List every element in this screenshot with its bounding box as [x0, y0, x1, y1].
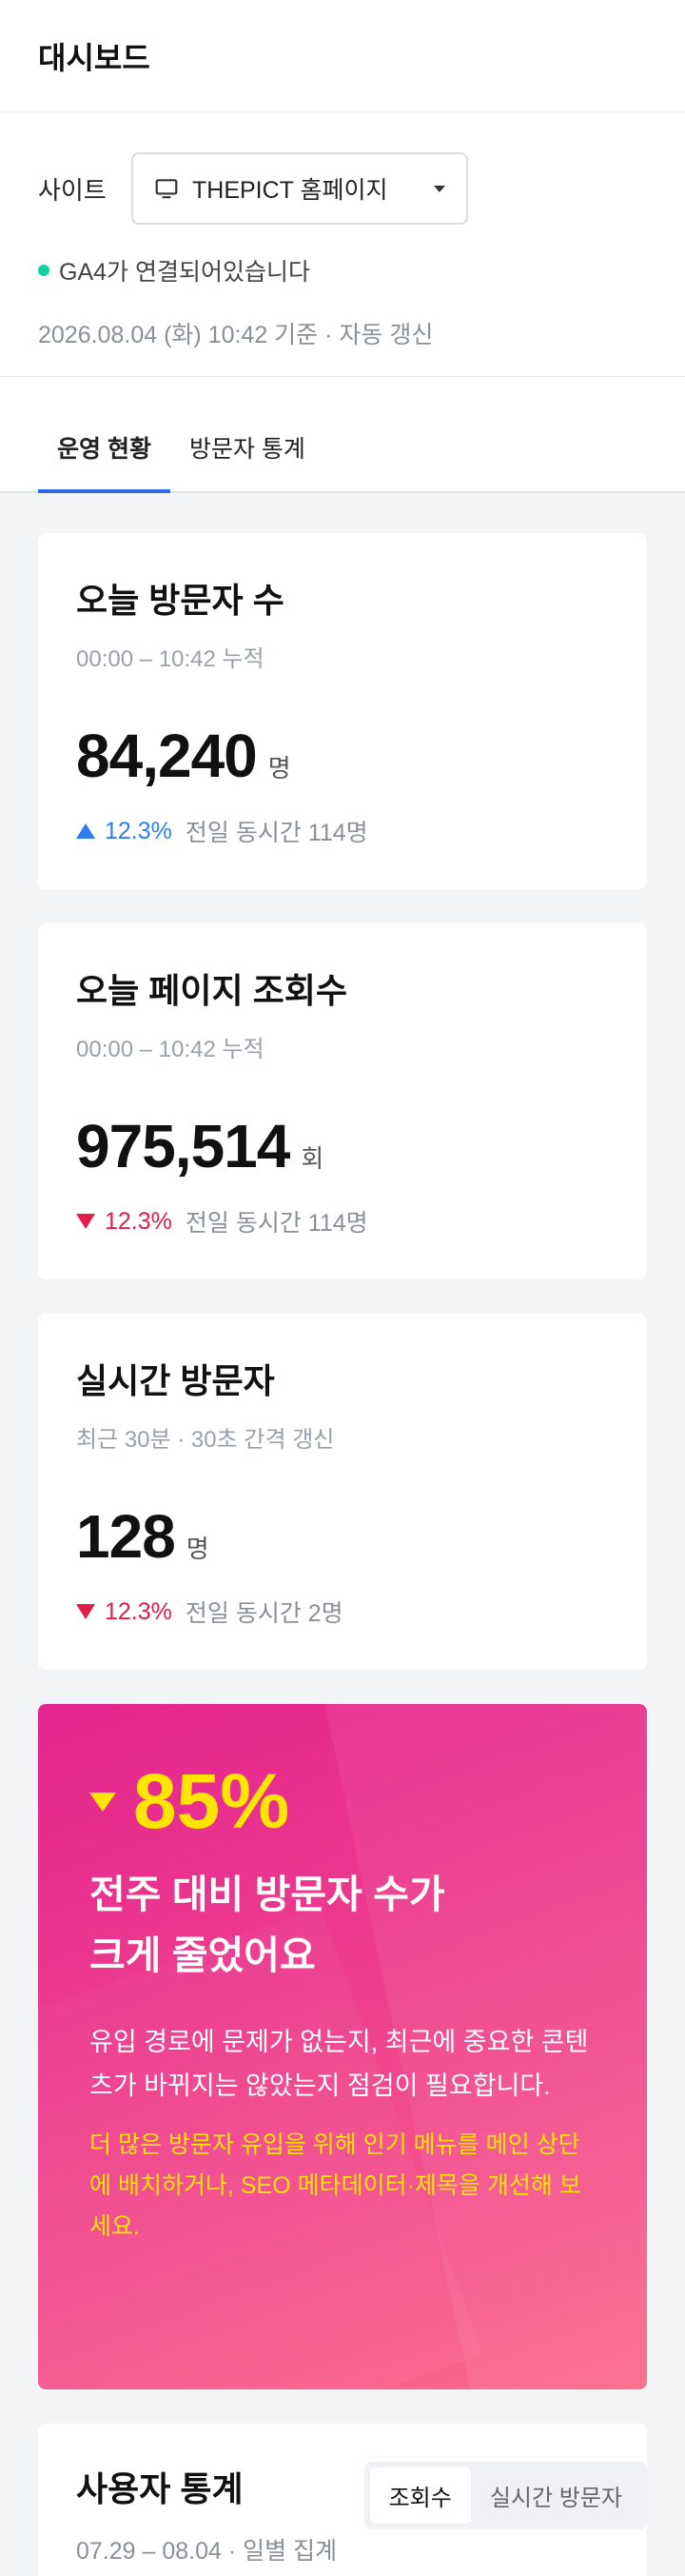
site-select-value: THEPICT 홈페이지 — [192, 177, 388, 204]
triangle-down-icon — [89, 1793, 116, 1812]
delta-compare: 전일 동시간 114명 — [185, 820, 368, 846]
stats-segmented-control: 조회수 실시간 방문자 — [363, 2462, 647, 2529]
site-row: 사이트 THEPICT 홈페이지 — [38, 152, 647, 225]
card-value: 975,514 — [76, 1112, 290, 1180]
card-unit: 명 — [186, 1535, 209, 1563]
card-title: 실시간 방문자 — [76, 1361, 275, 1400]
delta-compare: 전일 동시간 114명 — [185, 1210, 368, 1237]
card-title: 오늘 페이지 조회수 — [76, 971, 347, 1010]
user-stats-card: 사용자 통계 07.29 – 08.04 · 일별 집계 조회수 실시간 방문자 — [38, 2424, 647, 2576]
card-subtitle: 00:00 – 10:42 누적 — [76, 646, 264, 672]
alert-percent: 85% — [133, 1758, 290, 1845]
page-title: 대시보드 — [38, 40, 150, 75]
monitor-icon — [155, 179, 178, 199]
card-delta: 12.3% 전일 동시간 2명 — [76, 1595, 609, 1629]
ga-status: GA4가 연결되어있습니다 — [38, 253, 647, 287]
site-label: 사이트 — [38, 175, 107, 205]
main-content: 오늘 방문자 수 00:00 – 10:42 누적 84,240 명 12.3%… — [0, 493, 685, 2576]
card-value: 128 — [76, 1502, 176, 1571]
updated-time: 2026.08.04 (화) 10:42 기준 · 자동 갱신 — [38, 322, 434, 348]
card-delta: 12.3% 전일 동시간 114명 — [76, 1204, 609, 1238]
visitor-drop-alert-banner: 85% 전주 대비 방문자 수가 크게 줄었어요 유입 경로에 문제가 없는지,… — [38, 1704, 647, 2389]
ga-status-text: GA4가 연결되어있습니다 — [59, 259, 310, 286]
alert-tip: 더 많은 방문자 유입을 위해 인기 메뉴를 메인 상단에 배치하거나, SEO… — [89, 2131, 581, 2240]
caret-down-icon — [434, 185, 445, 192]
tab-bar: 운영 현황 방문자 통계 — [0, 377, 685, 493]
card-delta: 12.3% 전일 동시간 114명 — [76, 814, 609, 848]
delta-percent: 12.3% — [105, 1207, 172, 1235]
alert-headline: 전주 대비 방문자 수가 크게 줄었어요 — [89, 1864, 596, 1986]
alert-headline-line-2: 크게 줄었어요 — [89, 1933, 316, 1977]
delta-percent: 12.3% — [105, 817, 172, 844]
delta-compare: 전일 동시간 2명 — [185, 1600, 343, 1627]
card-today-pageviews: 오늘 페이지 조회수 00:00 – 10:42 누적 975,514 회 12… — [38, 923, 647, 1279]
card-value-row: 128 명 — [76, 1501, 609, 1572]
tab-visitor-stats[interactable]: 방문자 통계 — [170, 430, 324, 491]
card-today-visitors: 오늘 방문자 수 00:00 – 10:42 누적 84,240 명 12.3%… — [38, 533, 647, 889]
alert-percent-row: 85% — [89, 1757, 596, 1847]
site-section: 사이트 THEPICT 홈페이지 GA4가 연결되어있습니다 2026.08.0… — [0, 112, 685, 377]
triangle-down-icon — [76, 1604, 95, 1619]
alert-headline-line-1: 전주 대비 방문자 수가 — [89, 1873, 445, 1916]
card-realtime-visitors: 실시간 방문자 최근 30분 · 30초 간격 갱신 128 명 12.3% 전… — [38, 1314, 647, 1670]
triangle-up-icon — [76, 823, 95, 839]
card-unit: 명 — [267, 754, 291, 783]
site-select[interactable]: THEPICT 홈페이지 — [131, 152, 468, 225]
triangle-down-icon — [76, 1214, 95, 1229]
stats-subtitle: 07.29 – 08.04 · 일별 집계 — [76, 2538, 338, 2565]
card-title: 오늘 방문자 수 — [76, 581, 284, 620]
status-dot-icon — [38, 265, 49, 276]
card-value-row: 84,240 명 — [76, 721, 609, 791]
card-subtitle: 00:00 – 10:42 누적 — [76, 1037, 264, 1062]
tab-operation-status[interactable]: 운영 현황 — [38, 430, 170, 493]
delta-percent: 12.3% — [105, 1597, 172, 1625]
card-value: 84,240 — [76, 722, 258, 790]
card-value-row: 975,514 회 — [76, 1111, 609, 1181]
segment-pageviews[interactable]: 조회수 — [369, 2467, 471, 2524]
card-unit: 회 — [301, 1144, 324, 1173]
top-bar: 대시보드 — [0, 0, 685, 112]
alert-description: 유입 경로에 문제가 없는지, 최근에 중요한 콘텐츠가 바뀌지는 않았는지 점… — [89, 2028, 589, 2100]
card-subtitle: 최근 30분 · 30초 간격 갱신 — [76, 1427, 335, 1453]
segment-realtime-visitors[interactable]: 실시간 방문자 — [471, 2467, 641, 2524]
